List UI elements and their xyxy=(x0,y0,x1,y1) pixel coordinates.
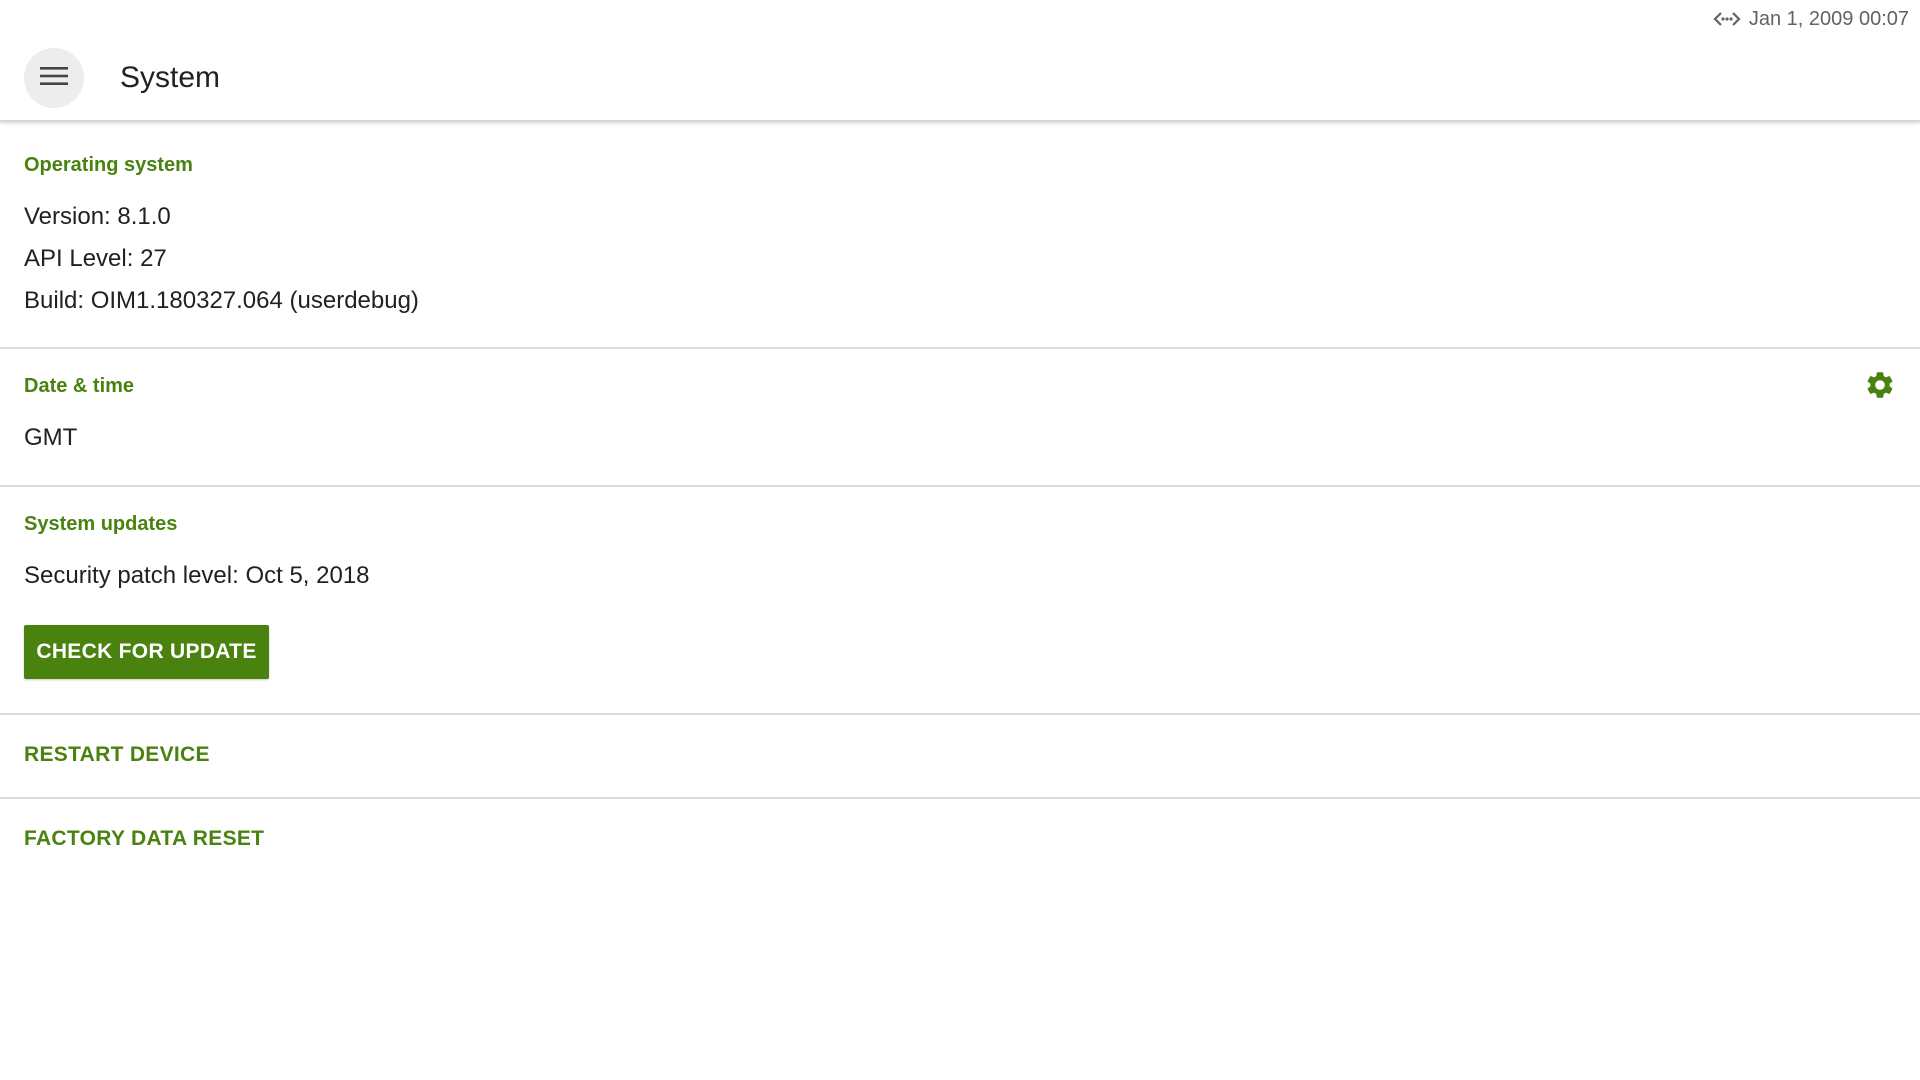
restart-device-section: RESTART DEVICE xyxy=(0,715,1920,799)
system-updates-header: System updates xyxy=(24,513,178,535)
date-time-header: Date & time xyxy=(24,375,135,397)
check-for-update-button[interactable]: CHECK FOR UPDATE xyxy=(24,625,269,679)
menu-icon xyxy=(40,66,68,91)
operating-system-header: Operating system xyxy=(24,154,193,176)
status-bar: Jan 1, 2009 00:07 xyxy=(0,0,1920,38)
status-bar-right: Jan 1, 2009 00:07 xyxy=(1713,4,1920,34)
os-version: Version: 8.1.0 xyxy=(24,203,171,230)
timezone-value: GMT xyxy=(24,424,78,451)
status-datetime: Jan 1, 2009 00:07 xyxy=(1748,7,1909,30)
date-time-settings-button[interactable] xyxy=(1862,369,1898,405)
system-updates-section: System updates Security patch level: Oct… xyxy=(0,487,1920,715)
os-api-level: API Level: 27 xyxy=(24,245,167,272)
operating-system-section: Operating system Version: 8.1.0 API Leve… xyxy=(0,122,1920,349)
factory-data-reset-button[interactable]: FACTORY DATA RESET xyxy=(24,827,264,851)
date-time-section: Date & time GMT xyxy=(0,349,1920,487)
menu-button[interactable] xyxy=(24,48,84,108)
ethernet-icon xyxy=(1713,9,1741,29)
factory-reset-section: FACTORY DATA RESET xyxy=(0,799,1920,883)
gear-icon xyxy=(1864,369,1896,406)
page-title: System xyxy=(120,61,221,94)
app-bar: System xyxy=(0,38,1920,122)
os-build: Build: OIM1.180327.064 (userdebug) xyxy=(24,287,419,314)
restart-device-button[interactable]: RESTART DEVICE xyxy=(24,743,210,767)
settings-content: Operating system Version: 8.1.0 API Leve… xyxy=(0,122,1920,883)
security-patch-level: Security patch level: Oct 5, 2018 xyxy=(24,562,370,589)
